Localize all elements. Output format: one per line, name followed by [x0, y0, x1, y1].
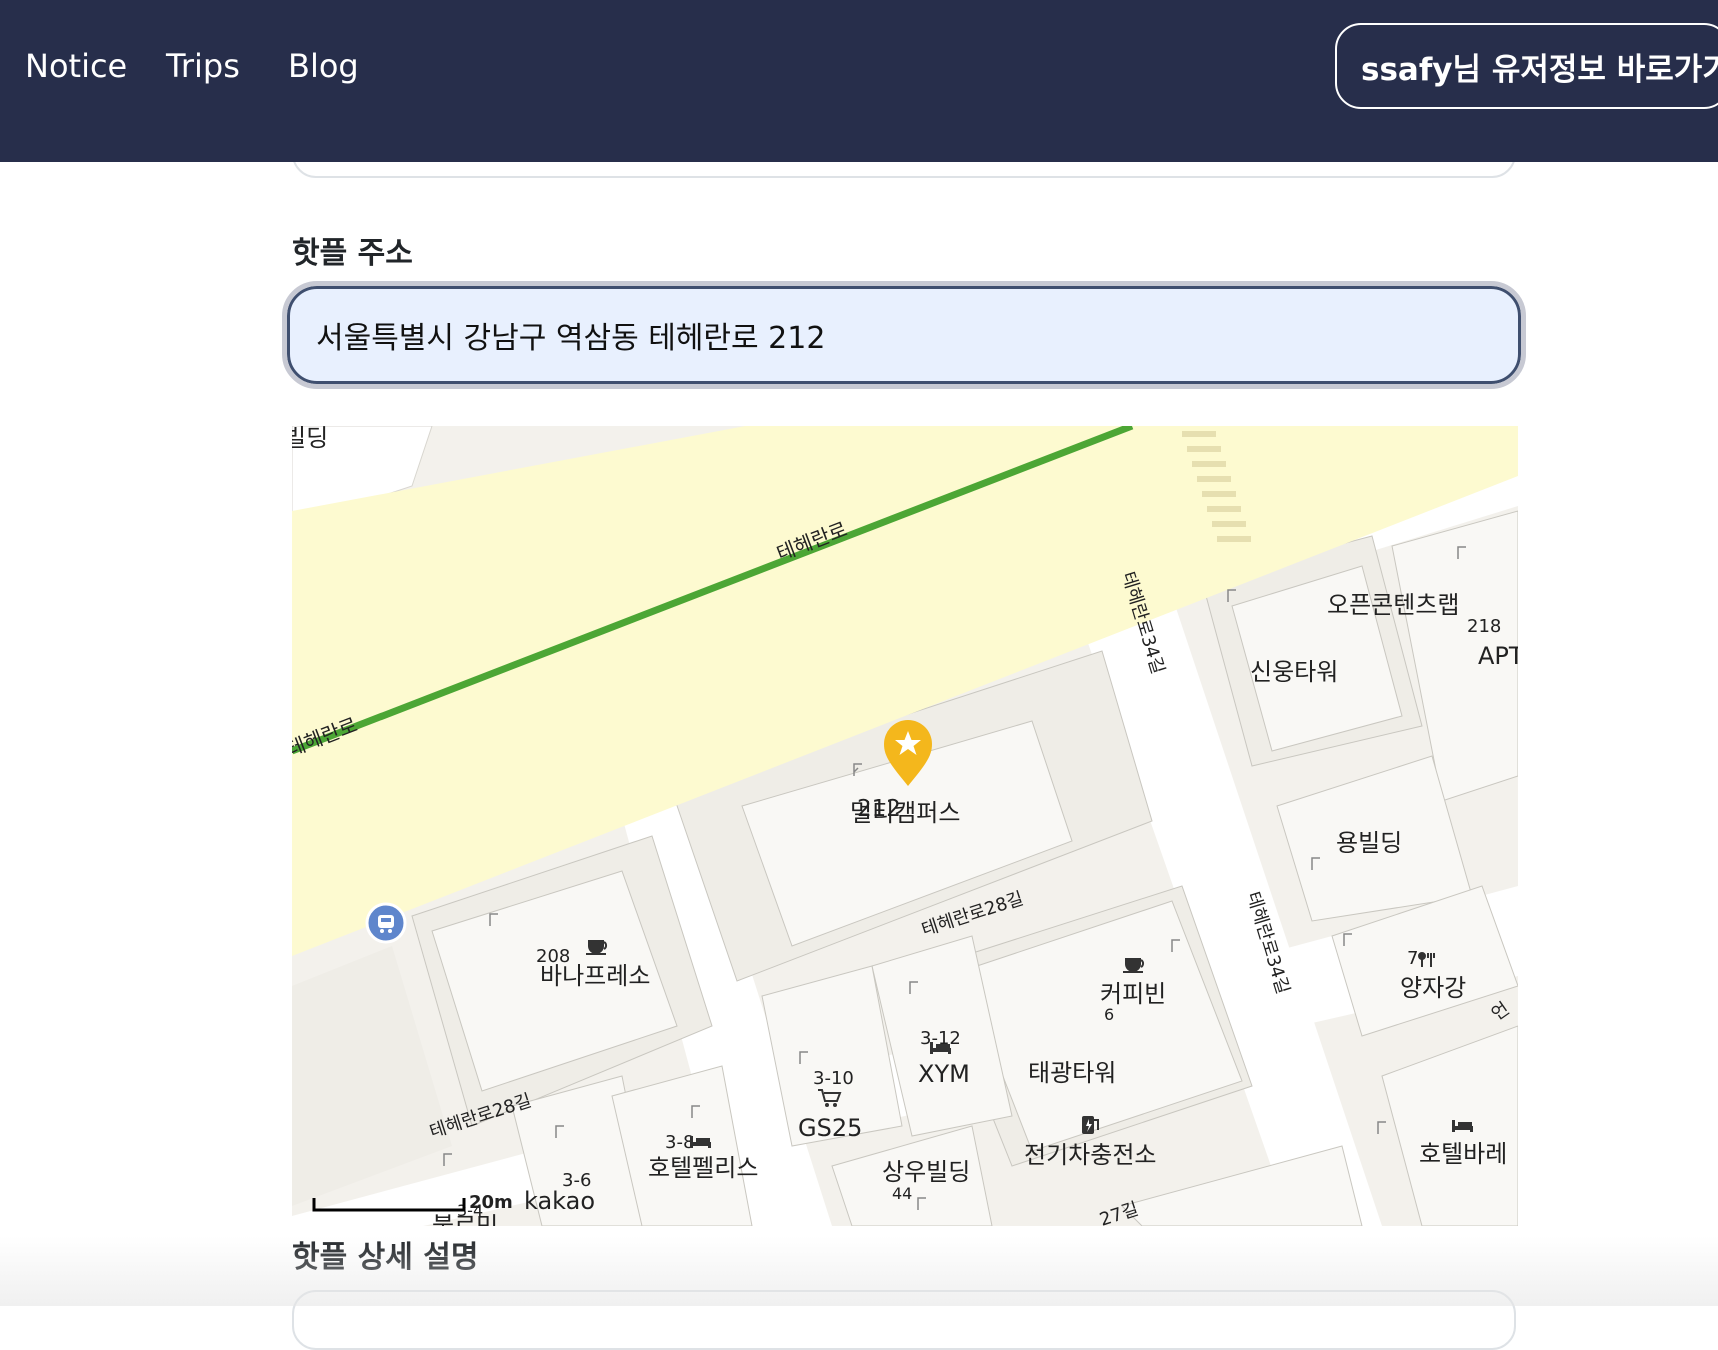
address-label: 핫플 주소 [292, 236, 413, 271]
place-hotel-felice-label[interactable]: 호텔펠리스 [648, 1154, 758, 1182]
place-top-left-building: 빌딩 [292, 426, 328, 452]
nav-blog-link[interactable]: Blog [288, 46, 359, 86]
nav-notice-link[interactable]: Notice [25, 46, 127, 86]
place-hotel-bare-label[interactable]: 호텔바레 [1419, 1140, 1507, 1168]
place-opencontents-number: 218 [1467, 616, 1501, 637]
detail-textarea[interactable] [292, 1290, 1516, 1350]
nav-trips-link[interactable]: Trips [166, 46, 240, 86]
map[interactable]: 테헤란로 테헤란로 테헤란로28길 테헤란로28길 테헤란로34길 테헤란로34… [292, 426, 1518, 1226]
place-opencontents-label[interactable]: 오픈콘텐츠랩 [1327, 591, 1459, 619]
place-gs25-label[interactable]: GS25 [798, 1114, 862, 1142]
place-gs25-number: 3-10 [813, 1068, 854, 1089]
navbar: Notice Trips Blog ssafy님 유저정보 바로가기 [0, 0, 1718, 162]
place-yangjagang-number: 7 [1407, 948, 1418, 969]
place-bananapresso-label[interactable]: 바나프레소 [540, 962, 650, 990]
place-multicampus-label[interactable]: 멀티캠퍼스 [850, 799, 960, 827]
place-hotel-felice-number: 3-8 [665, 1132, 694, 1153]
place-shinwoong-label[interactable]: 신웅타워 [1250, 658, 1338, 686]
map-scale-label: 20m [469, 1192, 513, 1213]
place-coffeebean-number: 6 [1104, 1005, 1114, 1024]
address-input[interactable] [282, 281, 1526, 389]
detail-label: 핫플 상세 설명 [292, 1240, 479, 1275]
place-taegwang-label[interactable]: 태광타워 [1028, 1059, 1116, 1087]
bus-stop-icon[interactable] [365, 902, 407, 944]
place-apt-partial: APT [1478, 642, 1518, 670]
place-sangwoo-number: 44 [892, 1184, 912, 1203]
place-xym-label[interactable]: XYM [918, 1060, 970, 1088]
map-brand-logo[interactable]: kakao [524, 1187, 595, 1215]
place-sangwoo-label[interactable]: 상우빌딩 [882, 1158, 970, 1186]
user-info-button[interactable]: ssafy님 유저정보 바로가기 [1335, 23, 1718, 109]
place-yong-label[interactable]: 용빌딩 [1336, 829, 1402, 857]
place-bottom-partial: 불로민 [432, 1212, 498, 1226]
place-yangjagang-label[interactable]: 양자강 [1400, 974, 1466, 1002]
place-ev-charging-label[interactable]: 전기차충전소 [1024, 1141, 1156, 1169]
place-coffeebean-label[interactable]: 커피빈 [1100, 980, 1166, 1008]
